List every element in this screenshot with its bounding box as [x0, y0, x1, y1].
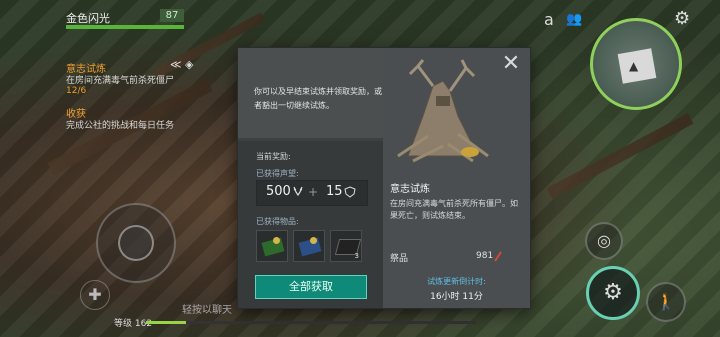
quest-desc: 完成公社的挑战和每日任务	[66, 121, 175, 131]
antlers-icon	[293, 186, 303, 197]
gear-icon[interactable]: ⚙	[674, 8, 690, 29]
joystick-knob[interactable]	[118, 225, 154, 261]
medkit-button[interactable]: ✚	[80, 280, 110, 310]
status-value: 87	[160, 9, 184, 22]
close-icon[interactable]: ✕	[500, 53, 522, 75]
items-label: 已获得物品:	[256, 217, 299, 226]
crouch-button[interactable]: 🚶	[646, 282, 686, 322]
chat-input[interactable]: 轻按以聊天	[182, 301, 232, 316]
trial-description: 在房间充满毒气前杀死所有僵尸。如果死亡，则试炼结束。	[390, 199, 518, 220]
aim-button[interactable]: ◎	[585, 222, 623, 260]
item-blue-card[interactable]	[293, 230, 325, 262]
item-green-card[interactable]	[256, 230, 288, 262]
trial-title: 意志试炼	[390, 184, 430, 195]
amazon-icon[interactable]: a	[544, 10, 554, 29]
player-marker-icon: ▲	[629, 59, 639, 73]
feather-icon	[494, 251, 502, 262]
claim-all-button[interactable]: 全部获取	[255, 275, 367, 299]
item-count: 3	[354, 252, 359, 260]
offering-value: 981	[476, 251, 494, 261]
quest-collapse-icon[interactable]: ≪ ◈	[170, 58, 193, 71]
offering-label: 祭品	[390, 254, 409, 264]
status-name: 金色闪光	[66, 12, 110, 25]
reputation-bonus: 15	[326, 184, 343, 199]
intro-text: 你可以及早结束试炼并领取奖励，或者豁出一切继续试炼。	[254, 87, 382, 110]
reputation-label: 已获得声望:	[256, 169, 299, 178]
settings-action-button[interactable]: ⚙	[586, 266, 640, 320]
trial-totem-image	[397, 59, 489, 163]
quest-desc: 在房间充满毒气前杀死僵尸	[66, 76, 175, 86]
countdown-value: 16小时 11分	[430, 292, 483, 302]
current-rewards-label: 当前奖励:	[256, 152, 291, 161]
countdown-label: 试炼更新倒计时:	[427, 277, 486, 286]
xp-bar	[146, 321, 476, 324]
health-bar	[66, 25, 184, 29]
shield-icon	[344, 186, 356, 198]
trial-modal: 你可以及早结束试炼并领取奖励，或者豁出一切继续试炼。 当前奖励: 已获得声望: …	[238, 48, 530, 308]
minimap[interactable]: ▲	[590, 18, 682, 110]
plus-sign: +	[308, 185, 319, 199]
quest-progress: 12/6	[66, 86, 87, 96]
item-metal-sheet[interactable]: 3	[330, 230, 362, 262]
reputation-main: 500	[266, 184, 291, 199]
group-icon[interactable]: 👥	[566, 12, 582, 27]
